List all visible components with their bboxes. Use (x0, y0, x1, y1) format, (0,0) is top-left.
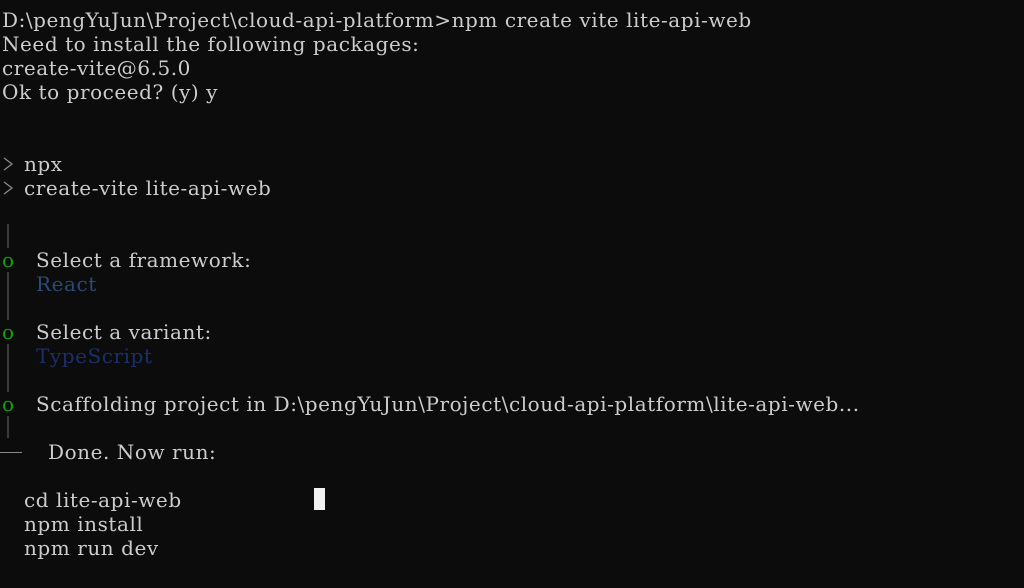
step-marker-icon: o (2, 392, 15, 416)
text-cursor (314, 488, 325, 510)
need-install-text: Need to install the following packages: (2, 32, 420, 56)
cd-command: cd lite-api-web (24, 488, 182, 512)
chevron-right-icon (3, 157, 14, 171)
npx-text: npx (24, 152, 63, 176)
select-framework-label: Select a framework: (36, 248, 252, 272)
scaffolding-text: Scaffolding project in D:\pengYuJun\Proj… (36, 392, 860, 416)
tree-end-line (0, 452, 22, 453)
command-line: D:\pengYuJun\Project\cloud-api-platform>… (2, 8, 752, 32)
tree-connector (7, 344, 9, 392)
npm-run-dev-command: npm run dev (24, 536, 159, 560)
create-vite-text: create-vite lite-api-web (24, 176, 272, 200)
terminal-window[interactable]: D:\pengYuJun\Project\cloud-api-platform>… (0, 0, 1024, 588)
step-marker-icon: o (2, 248, 15, 272)
variant-value: TypeScript (36, 344, 153, 368)
npm-install-command: npm install (24, 512, 144, 536)
done-text: Done. Now run: (48, 440, 217, 464)
tree-connector (7, 416, 9, 438)
step-marker-icon: o (2, 320, 15, 344)
framework-value: React (36, 272, 97, 296)
select-variant-label: Select a variant: (36, 320, 212, 344)
chevron-right-icon (3, 181, 14, 195)
tree-connector (7, 224, 9, 248)
package-text: create-vite@6.5.0 (2, 56, 191, 80)
tree-connector (7, 296, 9, 320)
tree-connector (7, 272, 9, 296)
proceed-prompt: Ok to proceed? (y) y (2, 80, 219, 104)
